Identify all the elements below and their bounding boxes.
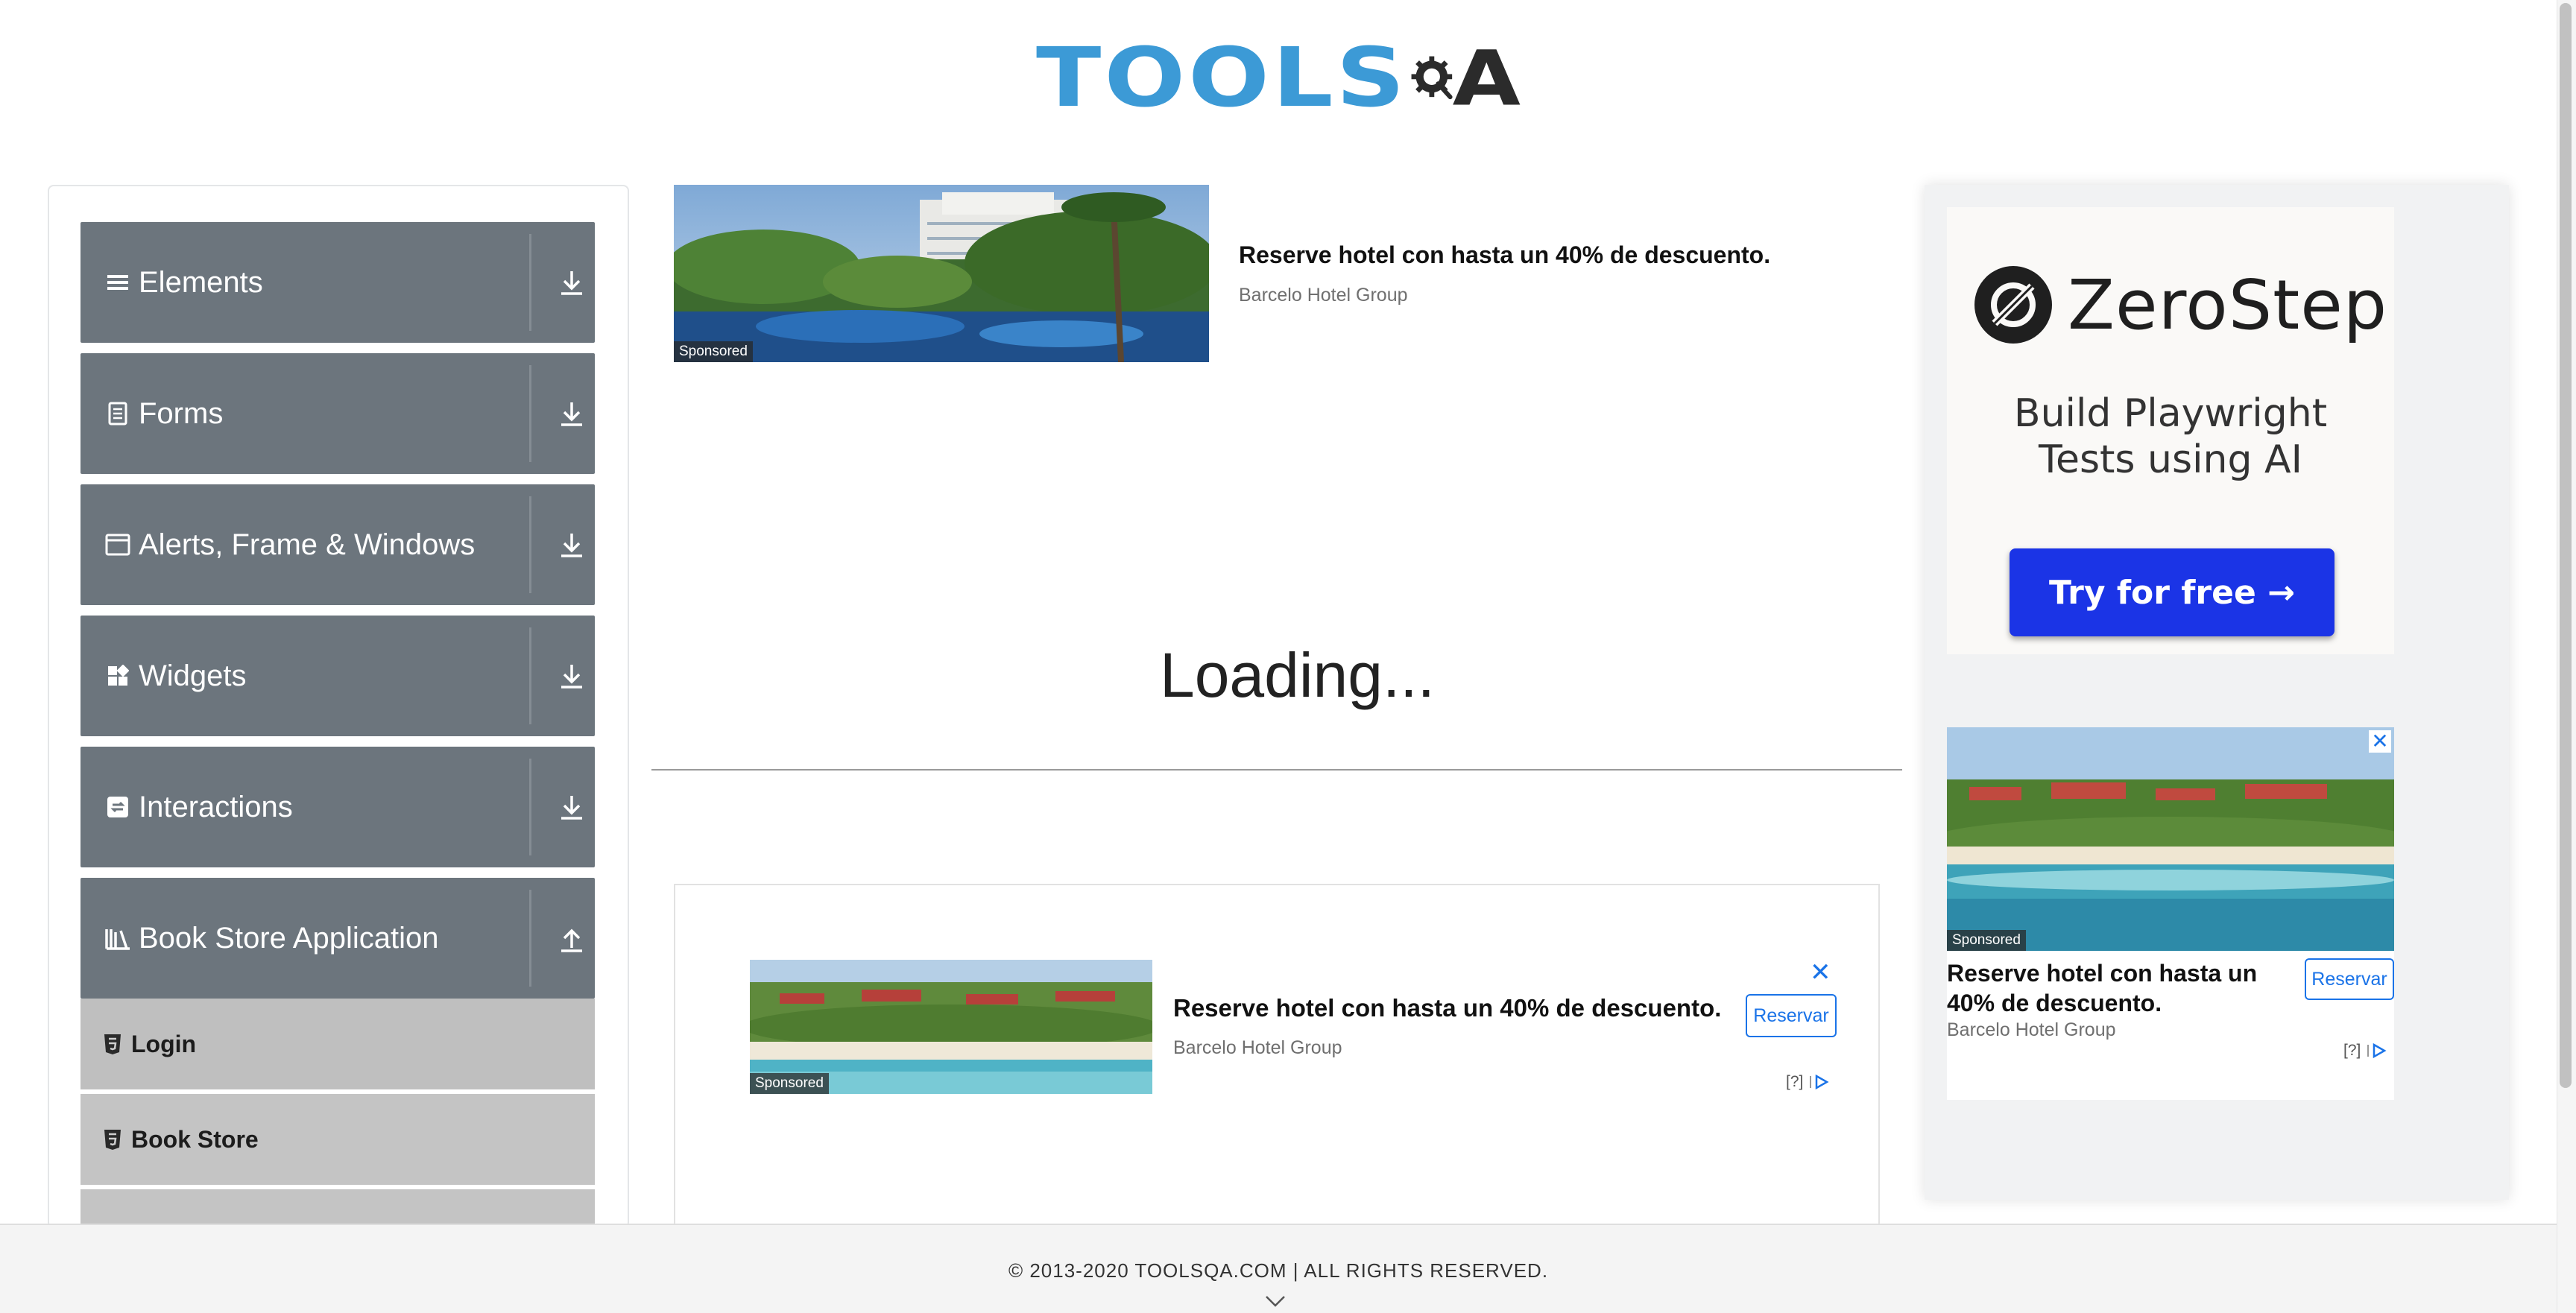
nav-item-label: Book Store (131, 1125, 259, 1153)
nav-group-label: Book Store Application (139, 921, 439, 955)
nav-group-widgets[interactable]: Widgets (80, 616, 595, 736)
upload-arrow-icon (561, 928, 582, 952)
divider (529, 890, 531, 987)
sponsored-label: Sponsored (674, 341, 753, 362)
nav-group-interactions[interactable]: Interactions (80, 747, 595, 867)
right-ad-advertiser: Barcelo Hotel Group (1947, 1019, 2116, 1040)
right-ad-title[interactable]: Reserve hotel con hasta un 40% de descue… (1947, 958, 2305, 1018)
zerostep-tagline: Build Playwright Tests using AI (1947, 390, 2394, 483)
right-ad-column: ZeroStep Build Playwright Tests using AI… (1925, 185, 2509, 1200)
divider (529, 627, 531, 724)
nav-group-label: Forms (139, 396, 224, 430)
adchoices-info[interactable]: [?] (1786, 1073, 1830, 1091)
reservar-button[interactable]: Reservar (1746, 994, 1837, 1037)
nav-group-alerts-frame-windows[interactable]: Alerts, Frame & Windows (80, 484, 595, 605)
sponsored-label: Sponsored (750, 1073, 829, 1094)
adchoices-label: [?] (1786, 1073, 1804, 1090)
adchoices-info[interactable]: [?] (2343, 1042, 2387, 1060)
sponsored-label: Sponsored (1947, 930, 2026, 951)
reservar-button[interactable]: Reservar (2305, 958, 2394, 1000)
download-arrow-icon (561, 271, 582, 295)
widgets-icon (104, 662, 131, 689)
nav-group-forms[interactable]: Forms (80, 353, 595, 474)
download-arrow-icon (561, 665, 582, 689)
divider (529, 234, 531, 331)
nav-group-book-store-application[interactable]: Book Store Application (80, 878, 595, 999)
hotel-pool-image (674, 185, 1209, 362)
nav-item-partial[interactable] (80, 1189, 595, 1228)
hamburger-icon (104, 269, 131, 296)
content-divider (651, 769, 1902, 771)
zerostep-ad[interactable]: ZeroStep Build Playwright Tests using AI… (1947, 207, 2394, 654)
adchoices-icon (2367, 1043, 2387, 1059)
beach-resort-image (1947, 727, 2394, 951)
nav-item-login[interactable]: Login (80, 999, 595, 1089)
page: TOOLS A Elements Forms Alerts, Frame & W… (0, 0, 2576, 1313)
right-hotel-ad: Sponsored ✕ Reserve hotel con hasta un 4… (1947, 727, 2394, 1100)
nav-group-label: Elements (139, 265, 263, 299)
tagline-line-1: Build Playwright (2013, 391, 2328, 436)
tagline-line-2: Tests using AI (2039, 437, 2302, 482)
download-arrow-icon (561, 534, 582, 557)
top-ad-advertiser: Barcelo Hotel Group (1239, 285, 1408, 306)
gear-magnifier-icon (1411, 56, 1453, 100)
left-nav-panel: Elements Forms Alerts, Frame & Windows W… (48, 185, 629, 1228)
nav-group-label: Alerts, Frame & Windows (139, 528, 476, 561)
loading-text: Loading... (1160, 640, 1435, 710)
footer: © 2013-2020 TOOLSQA.COM | ALL RIGHTS RES… (0, 1224, 2557, 1313)
nav-group-label: Widgets (139, 659, 247, 692)
chevron-down-icon[interactable] (1264, 1294, 1287, 1309)
html5-icon (104, 1034, 121, 1054)
logo-text: TOOLS (1036, 30, 1408, 126)
books-icon (104, 925, 131, 952)
zerostep-brand: ZeroStep (1972, 264, 2387, 346)
window-icon (104, 531, 131, 558)
divider (529, 365, 531, 462)
close-icon[interactable]: ✕ (1810, 960, 1831, 985)
try-for-free-button[interactable]: Try for free → (2010, 548, 2334, 636)
document-icon (104, 400, 131, 427)
right-ad-image[interactable]: Sponsored (1947, 727, 2394, 951)
middle-ad-image[interactable]: Sponsored (750, 960, 1152, 1094)
zerostep-logo-icon (1974, 266, 2052, 344)
scrollbar-thumb[interactable] (2560, 3, 2572, 1088)
nav-group-elements[interactable]: Elements (80, 222, 595, 343)
middle-ad-title[interactable]: Reserve hotel con hasta un 40% de descue… (1173, 994, 1721, 1022)
nav-group-label: Interactions (139, 790, 293, 823)
toolsqa-logo[interactable]: TOOLS A (1036, 22, 1521, 134)
interactions-icon (104, 794, 131, 820)
download-arrow-icon (561, 796, 582, 820)
top-ad-title[interactable]: Reserve hotel con hasta un 40% de descue… (1239, 241, 1770, 269)
html5-icon (104, 1130, 121, 1150)
adchoices-icon (1810, 1074, 1829, 1090)
nav-item-book-store[interactable]: Book Store (80, 1094, 595, 1185)
adchoices-label: [?] (2343, 1042, 2361, 1059)
footer-copyright: © 2013-2020 TOOLSQA.COM | ALL RIGHTS RES… (1008, 1259, 1549, 1282)
close-icon[interactable]: ✕ (2369, 730, 2391, 753)
download-arrow-icon (561, 402, 582, 426)
top-ad-image[interactable]: Sponsored (674, 185, 1209, 362)
middle-ad-advertiser: Barcelo Hotel Group (1173, 1037, 1342, 1058)
zerostep-brand-name: ZeroStep (2068, 265, 2388, 345)
divider (529, 759, 531, 855)
divider (529, 496, 531, 593)
nav-item-label: Login (131, 1030, 197, 1057)
logo-text-a: A (1452, 34, 1521, 123)
